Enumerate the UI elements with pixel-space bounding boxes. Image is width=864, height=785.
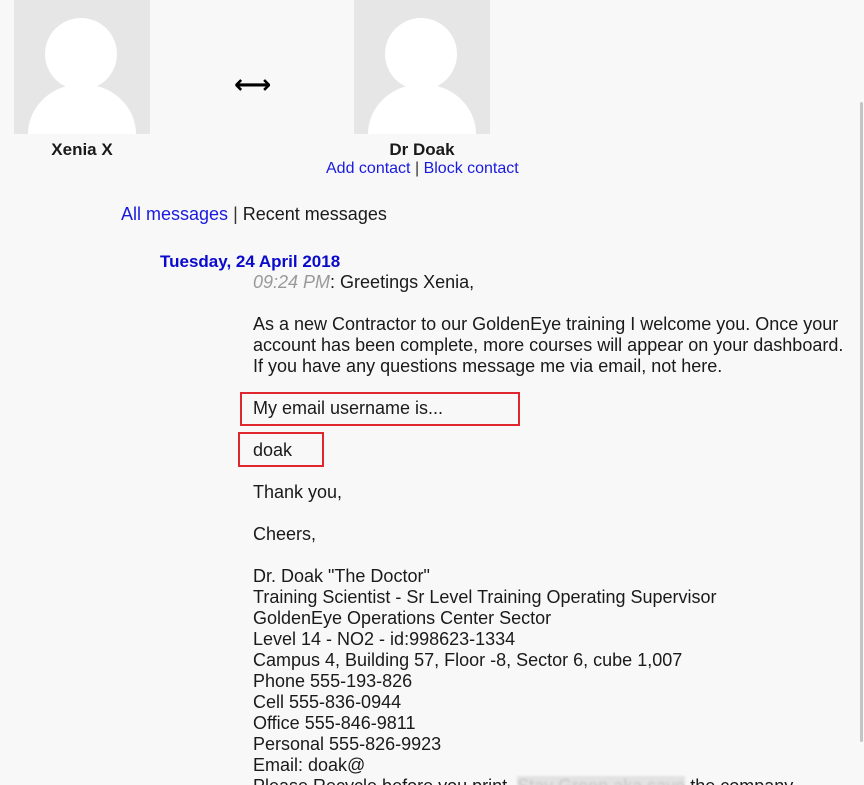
avatar-left [14,0,150,134]
message-nav: All messages | Recent messages [121,204,387,225]
contact-actions-separator: | [414,160,420,177]
message-greeting: : Greetings Xenia, [330,272,475,292]
footer-blurred-text: Stay Green aka save [517,776,686,785]
message-paragraph: As a new Contractor to our GoldenEye tra… [253,314,844,376]
message-footer: Please Recycle before you print, Stay Gr… [253,776,853,785]
signature-line: Cell 555-836-0944 [253,692,402,712]
message-thanks: Thank you, [253,482,343,502]
message-email-intro: My email username is... [253,398,444,418]
message-greeting-line: 09:24 PM: Greetings Xenia, [253,272,853,293]
left-user-name: Xenia X [51,140,113,159]
avatar-placeholder-body [28,84,136,134]
signature-line: Personal 555-826-9923 [253,734,442,754]
signature-line: Office 555-846-9811 [253,713,416,733]
avatar-placeholder-head [45,18,117,90]
avatar-right [354,0,490,134]
message-body: 09:24 PM: Greetings Xenia, As a new Cont… [253,272,853,785]
avatar-placeholder-head [385,18,457,90]
block-contact-link[interactable]: Block contact [424,160,519,177]
contact-actions: Add contact | Block contact [326,160,519,178]
scrollbar-thumb[interactable] [860,102,863,742]
right-user-name: Dr Doak [389,140,455,159]
recent-messages-label: Recent messages [242,204,387,224]
footer-text-end: the company [685,776,793,785]
add-contact-link[interactable]: Add contact [326,160,411,177]
message-closing: Cheers, [253,524,317,544]
message-username: doak [253,440,293,460]
avatar-placeholder-body [368,84,476,134]
signature-line: Training Scientist - Sr Level Training O… [253,587,717,607]
signature-line: Phone 555-193-826 [253,671,413,691]
signature-line: GoldenEye Operations Center Sector [253,608,552,628]
message-nav-separator: | [233,204,238,224]
exchange-arrow-icon: ⟷ [234,70,272,100]
all-messages-link[interactable]: All messages [121,204,228,224]
footer-text-start: Please Recycle before you print, [253,776,517,785]
message-signature: Dr. Doak "The Doctor" Training Scientist… [253,566,853,785]
signature-line: Email: doak@ [253,755,366,775]
vertical-scrollbar[interactable] [858,0,864,785]
message-timestamp: 09:24 PM [253,272,331,292]
message-date-heading: Tuesday, 24 April 2018 [160,252,341,271]
message-page: Xenia X ⟷ Dr Doak Add contact | Block co… [0,0,864,785]
signature-line: Dr. Doak "The Doctor" [253,566,430,586]
signature-line: Campus 4, Building 57, Floor -8, Sector … [253,650,683,670]
signature-line: Level 14 - NO2 - id:998623-1334 [253,629,516,649]
